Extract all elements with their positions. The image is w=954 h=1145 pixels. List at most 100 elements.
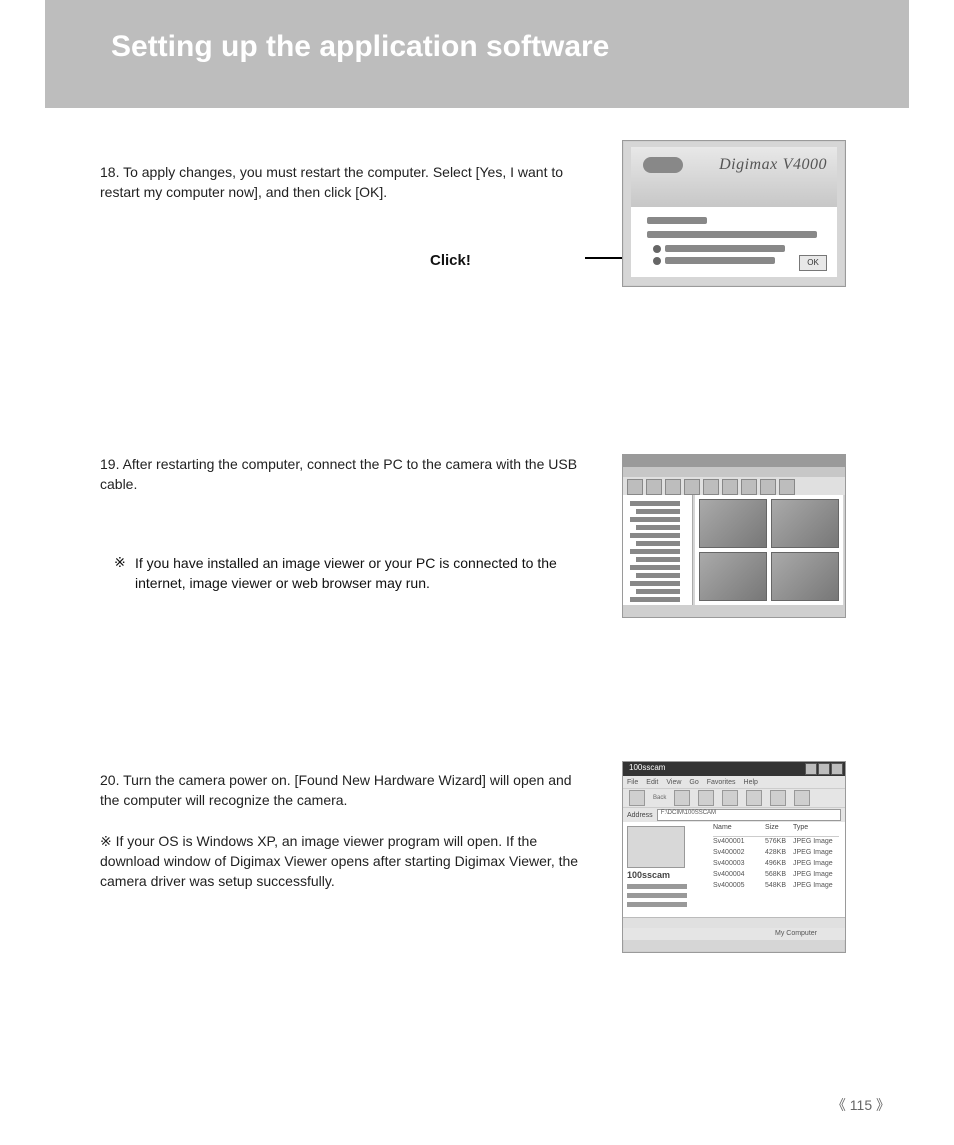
- cell-name: Sv400005: [713, 882, 765, 893]
- scrollbar[interactable]: [623, 917, 845, 928]
- col-name[interactable]: Name: [713, 824, 765, 836]
- col-type[interactable]: Type: [793, 824, 837, 836]
- folder-icon: [627, 826, 685, 868]
- desc-line: [627, 893, 687, 898]
- window-controls: [805, 763, 843, 775]
- table-row[interactable]: Sv400003 496KB JPEG Image: [713, 860, 839, 871]
- installer-header: Digimax V4000: [631, 147, 837, 208]
- page-title: Setting up the application software: [111, 30, 609, 64]
- tool-btn[interactable]: [760, 479, 776, 495]
- tool-btn[interactable]: [741, 479, 757, 495]
- image-viewer-figure: [622, 454, 846, 618]
- tree-item[interactable]: [636, 509, 680, 514]
- radio-restart-now-icon[interactable]: [653, 245, 661, 253]
- step-19-text: 19. After restarting the computer, conne…: [100, 454, 580, 495]
- folder-tree[interactable]: [623, 495, 693, 605]
- tool-btn[interactable]: [627, 479, 643, 495]
- tree-item[interactable]: [636, 557, 680, 562]
- cell-size: 496KB: [765, 860, 793, 871]
- menu-item[interactable]: Go: [689, 779, 698, 786]
- folder-label: 100sscam: [627, 870, 707, 880]
- cell-name: Sv400002: [713, 849, 765, 860]
- thumbnail[interactable]: [699, 552, 767, 601]
- step-20-text: 20. Turn the camera power on. [Found New…: [100, 770, 580, 892]
- address-input[interactable]: F:\DCIM\100SSCAM: [657, 809, 841, 821]
- panel-description: [627, 884, 707, 907]
- window-titlebar: 100sscam: [623, 762, 845, 776]
- back-button-icon[interactable]: [629, 790, 645, 806]
- installer-brand: Digimax V4000: [719, 153, 827, 174]
- tool-btn[interactable]: [665, 479, 681, 495]
- ok-button[interactable]: OK: [799, 255, 827, 271]
- forward-button-icon[interactable]: [674, 790, 690, 806]
- installer-dialog-figure: Digimax V4000 OK: [622, 140, 846, 287]
- tree-item[interactable]: [636, 541, 680, 546]
- click-label: Click!: [430, 252, 471, 269]
- maximize-icon[interactable]: [818, 763, 830, 775]
- menubar: [623, 467, 845, 477]
- file-list: Sv400001 576KB JPEG Image Sv400002 428KB…: [713, 838, 839, 893]
- table-row[interactable]: Sv400001 576KB JPEG Image: [713, 838, 839, 849]
- desc-line: [627, 884, 687, 889]
- page-footer: 《 115 》: [832, 1095, 890, 1115]
- tree-item[interactable]: [630, 533, 680, 538]
- tool-btn[interactable]: [779, 479, 795, 495]
- radio-label: [665, 257, 775, 264]
- cell-name: Sv400004: [713, 871, 765, 882]
- tree-item[interactable]: [630, 597, 680, 602]
- tree-item[interactable]: [630, 501, 680, 506]
- samsung-logo-icon: [643, 157, 683, 173]
- close-icon[interactable]: [831, 763, 843, 775]
- tree-item[interactable]: [630, 549, 680, 554]
- paste-button-icon[interactable]: [770, 790, 786, 806]
- window-title-text: 100sscam: [629, 763, 665, 772]
- table-row[interactable]: Sv400004 568KB JPEG Image: [713, 871, 839, 882]
- tool-btn[interactable]: [703, 479, 719, 495]
- menu-item[interactable]: View: [666, 779, 681, 786]
- minimize-icon[interactable]: [805, 763, 817, 775]
- address-bar: Address F:\DCIM\100SSCAM: [623, 808, 845, 822]
- cell-size: 576KB: [765, 838, 793, 849]
- menu-item[interactable]: Favorites: [707, 779, 736, 786]
- copy-button-icon[interactable]: [746, 790, 762, 806]
- step-20-note: If your OS is Windows XP, an image viewe…: [100, 833, 578, 890]
- address-label: Address: [627, 812, 653, 819]
- menubar: File Edit View Go Favorites Help: [623, 776, 845, 788]
- table-row[interactable]: Sv400002 428KB JPEG Image: [713, 849, 839, 860]
- btn-label: Back: [653, 795, 666, 801]
- installer-line: [647, 231, 817, 238]
- desc-line: [627, 902, 687, 907]
- tree-item[interactable]: [630, 581, 680, 586]
- tree-item[interactable]: [636, 525, 680, 530]
- tree-item[interactable]: [630, 565, 680, 570]
- explorer-figure: 100sscam File Edit View Go Favorites Hel…: [622, 761, 846, 953]
- menu-item[interactable]: Help: [744, 779, 758, 786]
- installer-body: OK: [631, 207, 837, 277]
- tree-item[interactable]: [630, 517, 680, 522]
- cell-name: Sv400001: [713, 838, 765, 849]
- table-row[interactable]: Sv400005 548KB JPEG Image: [713, 882, 839, 893]
- undo-button-icon[interactable]: [794, 790, 810, 806]
- statusbar: [623, 605, 845, 617]
- thumbnail[interactable]: [699, 499, 767, 548]
- up-button-icon[interactable]: [698, 790, 714, 806]
- statusbar: My Computer: [623, 928, 845, 940]
- thumbnail[interactable]: [771, 552, 839, 601]
- menu-item[interactable]: File: [627, 779, 638, 786]
- step-19-note: If you have installed an image viewer or…: [135, 553, 580, 594]
- col-size[interactable]: Size: [765, 824, 793, 836]
- cell-type: JPEG Image: [793, 838, 837, 849]
- cell-size: 548KB: [765, 882, 793, 893]
- tool-btn[interactable]: [684, 479, 700, 495]
- tool-btn[interactable]: [722, 479, 738, 495]
- header-band: Setting up the application software: [45, 0, 909, 108]
- tool-btn[interactable]: [646, 479, 662, 495]
- tree-item[interactable]: [636, 573, 680, 578]
- tree-item[interactable]: [636, 589, 680, 594]
- menu-item[interactable]: Edit: [646, 779, 658, 786]
- radio-restart-later-icon[interactable]: [653, 257, 661, 265]
- toolbar: Back: [623, 788, 845, 808]
- thumbnail[interactable]: [771, 499, 839, 548]
- cut-button-icon[interactable]: [722, 790, 738, 806]
- step-18-text: 18. To apply changes, you must restart t…: [100, 162, 580, 203]
